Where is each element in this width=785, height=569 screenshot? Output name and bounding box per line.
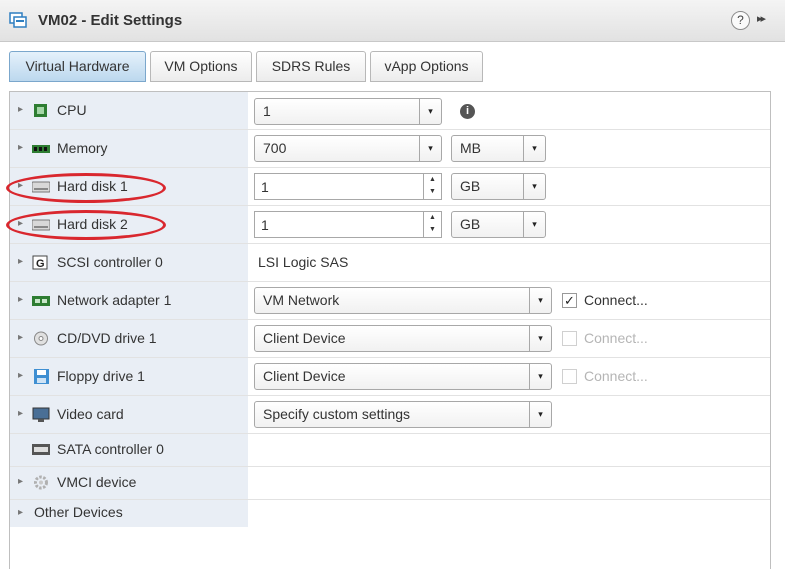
floppy-connect-label: Connect... [584,368,648,384]
cdrom-connect-checkbox [562,331,577,346]
device-label[interactable]: Video card [57,406,124,422]
device-row-other-devices: ▸ Other Devices [10,500,770,527]
device-row-network-adapter: ▸ Network adapter 1 VM Network ▾ ✓ Conne… [10,282,770,320]
floppy-icon [34,369,49,384]
vmci-gear-icon [34,475,48,490]
disk2-unit-dropdown[interactable]: GB ▾ [451,211,546,238]
expand-arrow-icon[interactable]: ▸ [18,142,23,153]
memory-unit-value: MB [460,140,481,156]
chevron-down-icon[interactable]: ▾ [529,326,551,351]
disk1-size-value: 1 [261,179,269,195]
video-card-icon [32,407,50,422]
expand-arrow-icon[interactable]: ▸ [18,408,23,419]
spinner-icon[interactable]: ▲ ▼ [423,174,441,199]
device-label[interactable]: Network adapter 1 [57,292,171,308]
spin-down-icon[interactable]: ▼ [429,226,436,233]
spinner-icon[interactable]: ▲ ▼ [423,212,441,237]
device-label[interactable]: SCSI controller 0 [57,254,163,270]
device-row-memory: ▸ Memory 700 ▾ MB ▾ [10,130,770,168]
chevron-down-icon[interactable]: ▾ [523,136,545,161]
video-value: Specify custom settings [263,406,411,422]
chevron-down-icon[interactable]: ▾ [523,174,545,199]
device-label[interactable]: CD/DVD drive 1 [57,330,157,346]
cpu-count-value: 1 [263,103,271,119]
video-dropdown[interactable]: Specify custom settings ▾ [254,401,552,428]
device-row-cpu: ▸ CPU 1 ▾ i [10,92,770,130]
memory-unit-dropdown[interactable]: MB ▾ [451,135,546,162]
disk2-size-value: 1 [261,217,269,233]
expand-arrow-icon[interactable]: ▸ [18,476,23,487]
cdrom-dropdown[interactable]: Client Device ▾ [254,325,552,352]
network-connect-label[interactable]: Connect... [584,292,648,308]
floppy-connect-checkbox [562,369,577,384]
spin-down-icon[interactable]: ▼ [429,188,436,195]
device-row-cd-dvd: ▸ CD/DVD drive 1 Client Device ▾ Connect… [10,320,770,358]
device-row-video-card: ▸ Video card Specify custom settings ▾ [10,396,770,434]
floppy-value: Client Device [263,368,346,384]
help-icon[interactable]: ? [731,11,750,30]
info-icon[interactable]: i [460,104,475,119]
tab-sdrs-rules[interactable]: SDRS Rules [256,51,366,82]
network-value: VM Network [263,292,340,308]
device-label[interactable]: Memory [57,140,108,156]
device-row-scsi-controller: ▸ G SCSI controller 0 LSI Logic SAS [10,244,770,282]
cd-dvd-icon [34,331,48,346]
network-dropdown[interactable]: VM Network ▾ [254,287,552,314]
disk1-unit-dropdown[interactable]: GB ▾ [451,173,546,200]
cpu-count-dropdown[interactable]: 1 ▾ [254,98,442,125]
window-title: VM02 - Edit Settings [38,12,183,29]
sata-controller-icon [32,444,50,455]
expand-arrow-icon[interactable]: ▸ [18,294,23,305]
highlight-ellipse-hard-disk-2 [6,210,166,240]
tab-vm-options[interactable]: VM Options [150,51,252,82]
memory-icon [32,145,50,153]
network-connect-checkbox[interactable]: ✓ [562,293,577,308]
disk2-unit-value: GB [460,216,481,232]
device-row-floppy: ▸ Floppy drive 1 Client Device ▾ Connect… [10,358,770,396]
memory-size-value: 700 [263,140,287,156]
expand-arrow-icon[interactable]: ▸ [18,332,23,343]
device-label[interactable]: SATA controller 0 [57,441,164,457]
device-label[interactable]: CPU [57,102,87,118]
device-label[interactable]: Other Devices [34,504,123,520]
chevron-down-icon[interactable]: ▾ [419,136,441,161]
chevron-down-icon[interactable]: ▾ [529,288,551,313]
expand-arrow-icon[interactable]: ▸ [18,370,23,381]
tab-virtual-hardware[interactable]: Virtual Hardware [9,51,146,82]
expand-arrow-icon[interactable]: ▸ [18,104,23,115]
spin-up-icon[interactable]: ▲ [429,214,436,221]
highlight-ellipse-hard-disk-1 [6,173,166,203]
chevron-down-icon[interactable]: ▾ [419,99,441,124]
cdrom-connect-label: Connect... [584,330,648,346]
device-label[interactable]: Floppy drive 1 [57,368,145,384]
scsi-controller-icon: G [32,255,48,270]
device-row-sata-controller: SATA controller 0 [10,434,770,467]
window-titlebar: VM02 - Edit Settings ? ▸▸ [0,0,785,42]
expand-icon[interactable]: ▸▸ [757,12,766,25]
scsi-type-value: LSI Logic SAS [258,254,349,270]
cpu-icon [34,104,47,117]
disk2-size-input[interactable]: 1 ▲ ▼ [254,211,442,238]
expand-arrow-icon[interactable]: ▸ [18,507,23,518]
disk1-size-input[interactable]: 1 ▲ ▼ [254,173,442,200]
spin-up-icon[interactable]: ▲ [429,176,436,183]
chevron-down-icon[interactable]: ▾ [529,402,551,427]
disk1-unit-value: GB [460,178,481,194]
svg-text:G: G [36,258,45,270]
chevron-down-icon[interactable]: ▾ [529,364,551,389]
device-row-vmci: ▸ VMCI device [10,467,770,500]
cdrom-value: Client Device [263,330,346,346]
memory-size-dropdown[interactable]: 700 ▾ [254,135,442,162]
expand-arrow-icon[interactable]: ▸ [18,256,23,267]
tab-vapp-options[interactable]: vApp Options [370,51,483,82]
hardware-settings-panel: ▸ CPU 1 ▾ i ▸ Memory 700 ▾ MB ▾ ▸ Hard d… [6,91,771,569]
device-label[interactable]: VMCI device [57,474,136,490]
chevron-down-icon[interactable]: ▾ [523,212,545,237]
vm-icon [9,12,27,28]
floppy-dropdown[interactable]: Client Device ▾ [254,363,552,390]
network-adapter-icon [32,296,50,306]
